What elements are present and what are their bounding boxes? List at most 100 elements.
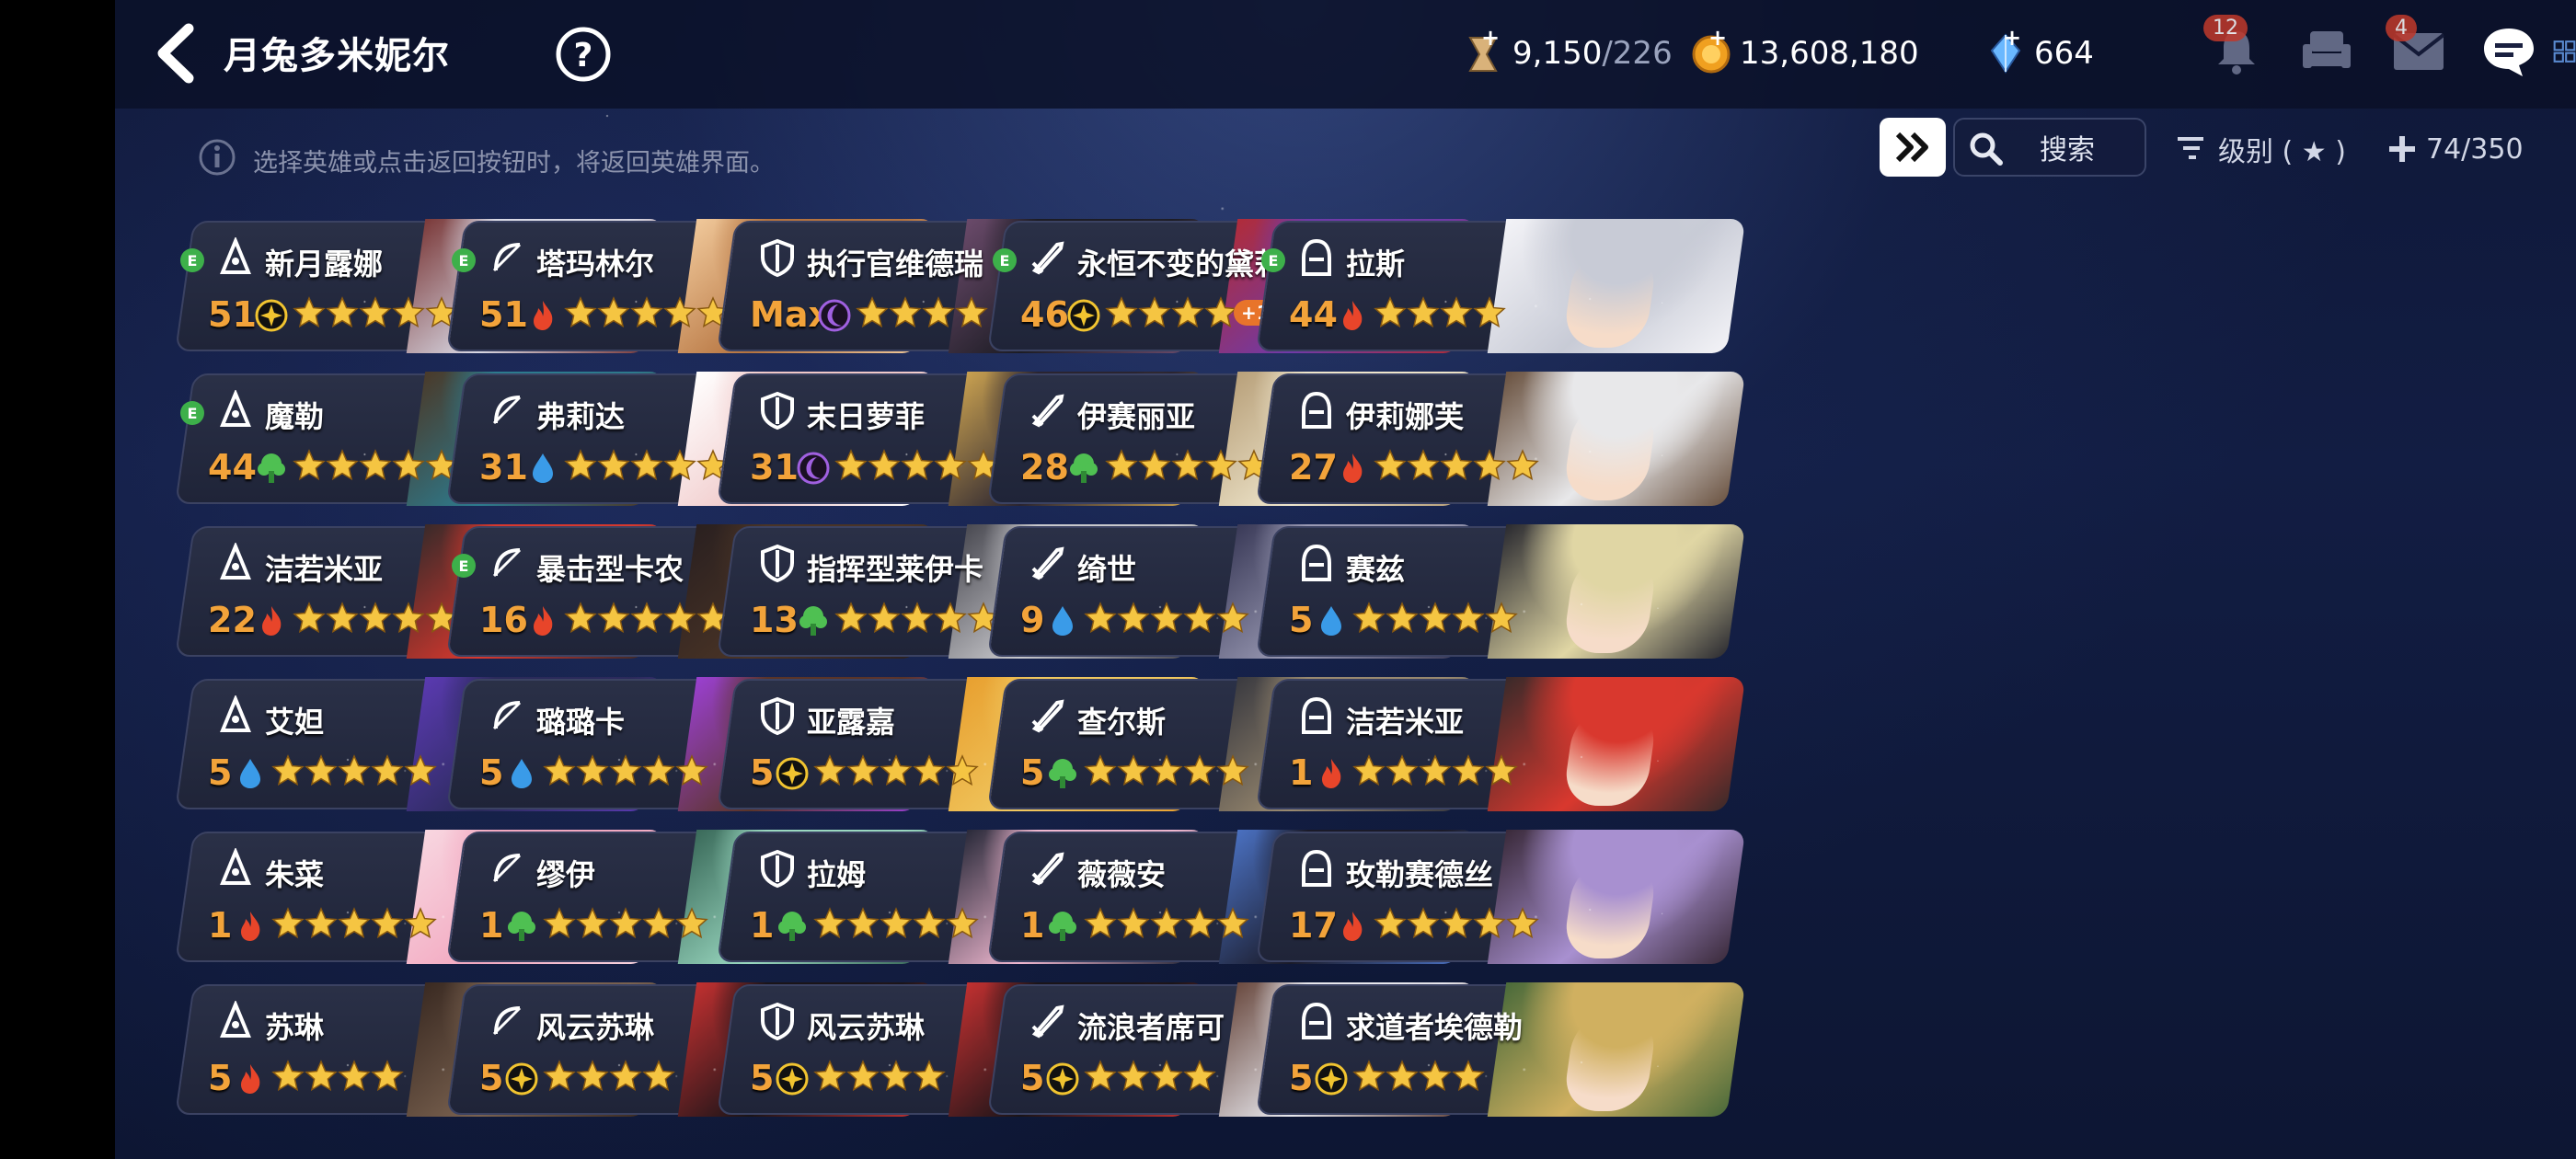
hero-level: 5 — [750, 752, 775, 793]
class-shield-icon — [757, 543, 798, 583]
menu-button[interactable] — [2553, 18, 2576, 85]
fire-element-icon — [1314, 756, 1349, 791]
class-assassin-icon — [1296, 848, 1337, 889]
double-chevron-right-icon — [1895, 132, 1928, 163]
hero-level: 1 — [479, 905, 504, 946]
crystal-resource[interactable]: + 664 — [1984, 25, 2094, 81]
class-wizard-icon — [215, 235, 256, 278]
class-wizard-icon — [215, 541, 256, 583]
equipment-badge: E — [452, 248, 476, 272]
hero-portrait — [1487, 372, 1746, 506]
hero-card[interactable]: 赛兹 5 — [1256, 524, 1746, 659]
fire-element-icon — [525, 298, 560, 333]
hero-count[interactable]: 74/350 — [2387, 121, 2524, 177]
equipment-badge: E — [452, 554, 476, 578]
hero-level: 46 — [1020, 294, 1069, 335]
water-element-icon — [1314, 603, 1349, 638]
hero-hair — [1487, 677, 1746, 811]
hero-level: 9 — [1020, 600, 1045, 640]
class-assassin-icon — [1296, 390, 1337, 430]
hero-hair — [1487, 372, 1746, 506]
hero-level: 1 — [750, 905, 775, 946]
hero-level: 5 — [479, 1058, 504, 1098]
class-sword-icon — [1028, 848, 1068, 889]
fast-forward-button[interactable] — [1880, 118, 1946, 177]
hero-name: 璐璐卡 — [536, 705, 626, 740]
help-button[interactable]: ? — [555, 26, 612, 83]
hero-name: 洁若米亚 — [1346, 705, 1465, 740]
search-button[interactable]: 搜索 — [1953, 118, 2146, 177]
class-sword-icon — [1028, 543, 1068, 583]
hero-card[interactable]: E 拉斯 44 — [1256, 219, 1746, 353]
hero-name: 赛兹 — [1346, 552, 1406, 587]
hero-name: 缪伊 — [536, 857, 596, 892]
mail-button[interactable]: 4 — [2386, 15, 2452, 85]
class-bow-icon — [487, 543, 527, 583]
hero-level: 28 — [1020, 447, 1069, 488]
hero-portrait — [1487, 830, 1746, 964]
sort-filter-button[interactable]: 级别 ( ★ ) — [2176, 121, 2346, 177]
stamina-sub: /226 — [1602, 35, 1673, 72]
hero-card[interactable]: 洁若米亚 1 — [1256, 677, 1746, 811]
wood-element-icon — [796, 603, 831, 638]
class-shield-icon — [757, 237, 798, 278]
hero-level: 5 — [1020, 752, 1045, 793]
back-button[interactable] — [147, 20, 202, 86]
hero-count-label: 74/350 — [2426, 132, 2524, 166]
event-button[interactable] — [2294, 18, 2360, 85]
hero-level: 5 — [750, 1058, 775, 1098]
search-icon — [1970, 132, 2003, 166]
class-bow-icon — [487, 237, 527, 278]
notification-button[interactable]: 12 — [2203, 15, 2270, 85]
hero-name: 魔勒 — [265, 399, 325, 434]
gold-resource[interactable]: + 13,608,180 — [1690, 25, 1919, 81]
class-bow-icon — [487, 695, 527, 736]
hero-name: 新月露娜 — [265, 247, 384, 281]
hero-name: 拉姆 — [807, 857, 867, 892]
sort-filter-label: 级别 ( ★ ) — [2218, 136, 2346, 168]
class-wizard-icon — [215, 694, 256, 736]
light-element-icon — [775, 1061, 810, 1096]
crystal-value: 664 — [2034, 35, 2094, 72]
stamina-resource[interactable]: + 9,150/226 — [1463, 25, 1673, 81]
hero-name: 执行官维德瑞 — [807, 247, 984, 281]
hero-card[interactable]: 求道者埃德勒 5 — [1256, 982, 1746, 1117]
hero-hair — [1487, 219, 1746, 353]
armchair-icon — [2303, 31, 2351, 68]
hero-card[interactable]: 伊莉娜芙 27 — [1256, 372, 1746, 506]
hero-card[interactable]: 玫勒赛德丝 17 — [1256, 830, 1746, 964]
hero-level: 51 — [208, 294, 257, 335]
class-bow-icon — [487, 390, 527, 430]
class-sword-icon — [1028, 237, 1068, 278]
wood-element-icon — [1066, 451, 1101, 486]
water-element-icon — [1045, 603, 1080, 638]
hero-name: 洁若米亚 — [265, 552, 384, 587]
hero-level: 13 — [750, 600, 799, 640]
hero-name: 查尔斯 — [1077, 705, 1167, 740]
top-bar: 月兔多米妮尔 ? + 9,150/226 + 13,608,180 + 664 — [115, 0, 2576, 109]
light-element-icon — [1045, 1061, 1080, 1096]
hero-level: 44 — [208, 447, 257, 488]
hero-level: 17 — [1289, 905, 1338, 946]
fire-element-icon — [1335, 451, 1370, 486]
hero-name: 艾妲 — [265, 705, 325, 740]
gold-value: 13,608,180 — [1740, 35, 1919, 72]
question-icon: ? — [556, 27, 611, 82]
mail-badge: 4 — [2386, 15, 2417, 41]
class-assassin-icon — [1296, 237, 1337, 278]
hero-name: 弗莉达 — [536, 399, 626, 434]
class-assassin-icon — [1296, 543, 1337, 583]
grid-menu-icon — [2553, 40, 2576, 63]
plus-icon — [2389, 136, 2415, 162]
class-shield-icon — [757, 848, 798, 889]
hero-level: 31 — [479, 447, 528, 488]
hero-select-screen: 月兔多米妮尔 ? + 9,150/226 + 13,608,180 + 664 — [115, 0, 2576, 1159]
info-hint-text: 选择英雄或点击返回按钮时，将返回英雄界面。 — [253, 149, 775, 178]
hero-level: 5 — [208, 752, 233, 793]
hero-level: 27 — [1289, 447, 1338, 488]
hero-level: 1 — [1020, 905, 1045, 946]
dark-element-icon — [796, 451, 831, 486]
chat-button[interactable] — [2476, 18, 2542, 85]
hero-portrait — [1487, 524, 1746, 659]
hero-name: 拉斯 — [1346, 247, 1406, 281]
